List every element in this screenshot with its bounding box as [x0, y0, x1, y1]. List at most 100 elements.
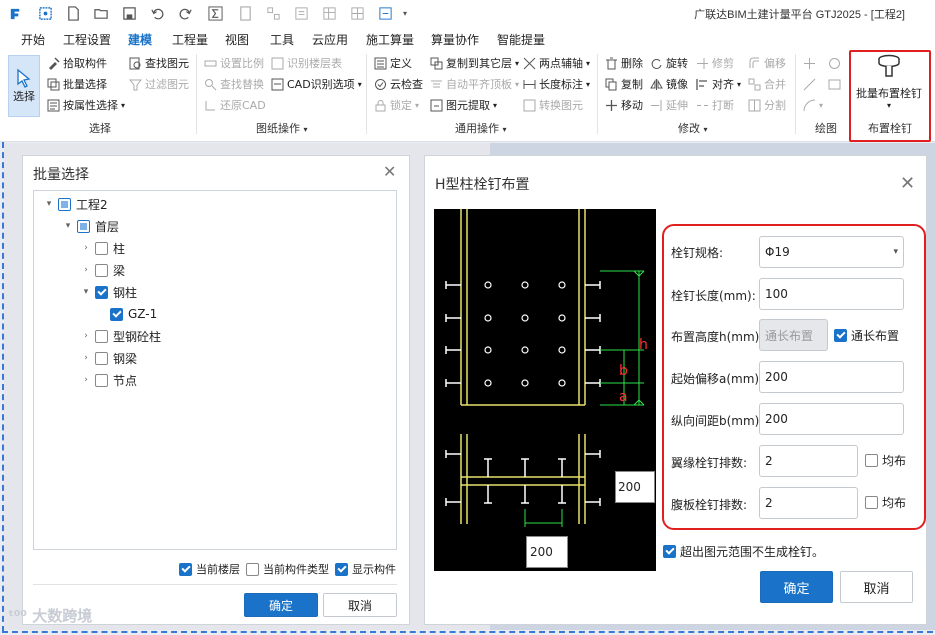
- web-uniform-checkbox[interactable]: 均布: [865, 494, 906, 511]
- tree-node-column[interactable]: › 柱: [82, 239, 125, 257]
- web-rows-input[interactable]: 2: [759, 487, 858, 519]
- select-button[interactable]: 选择: [8, 55, 40, 117]
- tree-node-gz1[interactable]: GZ-1: [110, 305, 157, 323]
- mirror-button[interactable]: 镜像: [650, 74, 688, 94]
- save-icon[interactable]: [120, 4, 138, 22]
- spacing-input[interactable]: 200: [759, 403, 904, 435]
- report-icon[interactable]: [292, 4, 310, 22]
- recognize-floor-button[interactable]: 识别楼层表: [271, 53, 342, 73]
- project-icon[interactable]: [36, 4, 54, 22]
- batch-cancel-button[interactable]: 取消: [323, 593, 397, 617]
- length-mark-button[interactable]: 长度标注 ▾: [523, 74, 590, 94]
- cloud-check-button[interactable]: 云检查: [374, 74, 423, 94]
- expand-arrow-icon[interactable]: ›: [82, 265, 90, 275]
- tree-checkbox[interactable]: [95, 263, 108, 277]
- pick-component-button[interactable]: 拾取构件: [47, 53, 107, 73]
- new-file-icon[interactable]: [64, 4, 82, 22]
- sum-icon[interactable]: [206, 4, 224, 22]
- table-icon[interactable]: [320, 4, 338, 22]
- menu-cloud[interactable]: 云应用: [312, 31, 348, 48]
- stud-ok-button[interactable]: 确定: [760, 571, 833, 603]
- close-icon[interactable]: ✕: [900, 173, 915, 194]
- menu-project-settings[interactable]: 工程设置: [63, 31, 111, 48]
- tree-node-joint[interactable]: › 节点: [82, 371, 137, 389]
- collapse-arrow-icon[interactable]: ▾: [64, 221, 72, 231]
- grid-icon[interactable]: [348, 4, 366, 22]
- tree-checkbox[interactable]: [77, 219, 90, 233]
- delete-button[interactable]: 删除: [605, 53, 643, 73]
- checkbox[interactable]: [246, 562, 259, 576]
- convert-element-button[interactable]: 转换图元: [523, 95, 583, 115]
- break-button[interactable]: 打断: [696, 95, 734, 115]
- close-icon[interactable]: ✕: [383, 162, 396, 181]
- offset-button[interactable]: 偏移: [748, 53, 786, 73]
- draw-arc-button[interactable]: ▾: [803, 95, 823, 115]
- menu-start[interactable]: 开始: [21, 31, 45, 48]
- tree-checkbox[interactable]: [95, 241, 108, 255]
- two-point-axis-button[interactable]: 两点辅轴 ▾: [523, 53, 590, 73]
- extract-element-button[interactable]: 图元提取 ▾: [430, 95, 497, 115]
- menu-view[interactable]: 视图: [225, 31, 249, 48]
- merge-button[interactable]: 合并: [748, 74, 786, 94]
- tree-node-steel-column[interactable]: ▾ 钢柱: [82, 283, 137, 301]
- draw-line-button[interactable]: [803, 74, 816, 94]
- dim-input-right[interactable]: 200: [615, 471, 655, 503]
- batch-select-button[interactable]: 批量选择: [47, 74, 107, 94]
- split-button[interactable]: 分割: [748, 95, 786, 115]
- checkbox[interactable]: [865, 496, 878, 509]
- opt-current-type[interactable]: 当前构件类型: [246, 561, 329, 577]
- expand-arrow-icon[interactable]: ›: [82, 375, 90, 385]
- extend-button[interactable]: 延伸: [650, 95, 688, 115]
- undo-icon[interactable]: [148, 4, 166, 22]
- spec-select[interactable]: Φ19 ▾: [759, 236, 904, 268]
- expand-arrow-icon[interactable]: ›: [82, 353, 90, 363]
- restore-cad-button[interactable]: 还原CAD: [204, 95, 266, 115]
- menu-smart-extract[interactable]: 智能提量: [497, 31, 545, 48]
- expand-arrow-icon[interactable]: ›: [82, 243, 90, 253]
- draw-circle-button[interactable]: [828, 53, 841, 73]
- stud-cancel-button[interactable]: 取消: [840, 571, 913, 603]
- redo-icon[interactable]: [176, 4, 194, 22]
- align-button[interactable]: 对齐 ▾: [696, 74, 741, 94]
- tree-checkbox[interactable]: [95, 329, 108, 343]
- opt-current-floor[interactable]: 当前楼层: [179, 561, 240, 577]
- tree-checkbox[interactable]: [110, 307, 123, 321]
- tree-checkbox[interactable]: [95, 373, 108, 387]
- draw-rect-button[interactable]: [828, 74, 841, 94]
- expand-arrow-icon[interactable]: ›: [82, 331, 90, 341]
- copy-button[interactable]: 复制: [605, 74, 643, 94]
- cad-options-button[interactable]: CAD识别选项 ▾: [271, 74, 362, 94]
- calc-icon[interactable]: [236, 4, 254, 22]
- tree-node-beam[interactable]: › 梁: [82, 261, 125, 279]
- batch-ok-button[interactable]: 确定: [244, 593, 318, 617]
- flange-uniform-checkbox[interactable]: 均布: [865, 452, 906, 469]
- height-input[interactable]: 通长布置: [759, 319, 828, 351]
- copy-to-floor-button[interactable]: 复制到其它层 ▾: [430, 53, 519, 73]
- checkbox[interactable]: [865, 454, 878, 467]
- auto-align-button[interactable]: 自动平齐顶板 ▾: [430, 74, 519, 94]
- find-element-button[interactable]: 查找图元: [129, 53, 189, 73]
- collapse-arrow-icon[interactable]: ▾: [45, 199, 53, 209]
- checkbox[interactable]: [335, 562, 348, 576]
- tree-node-floor[interactable]: ▾ 首层: [64, 217, 119, 235]
- dim-input-bottom[interactable]: 200: [526, 536, 568, 568]
- menu-construction[interactable]: 施工算量: [366, 31, 414, 48]
- checkbox[interactable]: [663, 545, 676, 558]
- link-icon[interactable]: [264, 4, 282, 22]
- trim-button[interactable]: 修剪: [696, 53, 734, 73]
- offset-input[interactable]: 200: [759, 361, 904, 393]
- menu-quantity[interactable]: 工程量: [172, 31, 208, 48]
- no-exceed-checkbox[interactable]: 超出图元范围不生成栓钉。: [663, 543, 824, 560]
- tree-node-src-column[interactable]: › 型钢砼柱: [82, 327, 161, 345]
- tree-checkbox[interactable]: [95, 351, 108, 365]
- full-length-checkbox[interactable]: 通长布置: [834, 327, 899, 344]
- menu-tools[interactable]: 工具: [270, 31, 294, 48]
- flange-rows-input[interactable]: 2: [759, 445, 858, 477]
- opt-show-components[interactable]: 显示构件: [335, 561, 396, 577]
- define-button[interactable]: 定义: [374, 53, 412, 73]
- tree-node-steel-beam[interactable]: › 钢梁: [82, 349, 137, 367]
- draw-point-button[interactable]: [803, 53, 816, 73]
- open-folder-icon[interactable]: [92, 4, 110, 22]
- menu-modeling[interactable]: 建模: [125, 31, 155, 53]
- checkbox[interactable]: [179, 562, 192, 576]
